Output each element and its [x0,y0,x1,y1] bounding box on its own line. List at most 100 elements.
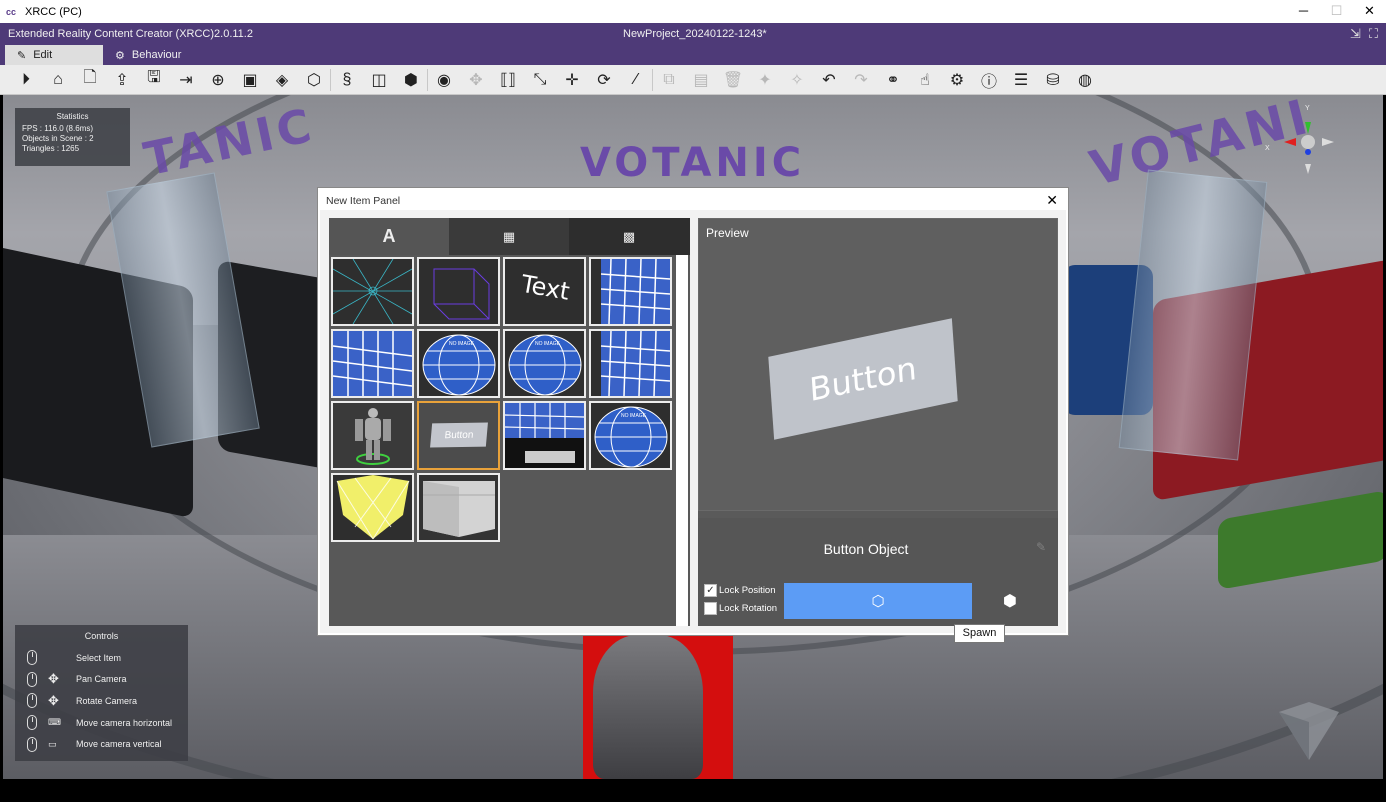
scale-icon[interactable]: ⤡ [524,67,556,93]
lock-position-label: Lock Position [719,585,776,596]
tab-behaviour-label: Behaviour [131,49,182,61]
control-row: ✥ Pan Camera [15,669,188,691]
objects-readout: Objects in Scene : 2 [22,134,94,143]
unity-icon[interactable]: ◍ [1069,67,1101,93]
move-icon[interactable]: ✥ [460,67,492,93]
item-thumb-avatar[interactable] [331,401,414,470]
settings-icon[interactable]: ⚙ [941,67,973,93]
no-image-text: NO IMAGE [621,413,647,419]
app-logo-icon: cc [6,6,17,17]
new-file-icon[interactable]: 🗋 [74,67,106,93]
redo-icon[interactable]: ↷ [845,67,877,93]
item-thumb-grid-panel-3[interactable] [589,329,672,398]
preview-area: Preview Button [698,218,1058,511]
asset-icon[interactable]: ◫ [363,67,395,93]
item-thumb-sphere-no-image[interactable]: NO IMAGE [417,329,500,398]
info-icon[interactable]: ⓘ [973,67,1005,93]
orientation-gizmo[interactable]: X Y [1262,100,1362,180]
spawn-at-position-icon[interactable]: ⬢ [1003,591,1017,611]
tab-edit[interactable]: ✎ Edit [5,45,103,65]
item-thumb-grid-floor[interactable] [331,257,414,326]
item-thumb-wire-cube[interactable] [417,257,500,326]
control-row: ✥ Rotate Camera [15,690,188,712]
lock-position-row[interactable]: ✓ Lock Position [704,584,776,597]
modal-titlebar[interactable]: New Item Panel ✕ [320,190,1066,210]
lock-position-checkbox[interactable]: ✓ [704,584,717,597]
spawn-button[interactable]: ⬡ [784,583,972,619]
multi-pin-icon[interactable]: ✧ [781,67,813,93]
os-titlebar: cc XRCC (PC) ─ ☐ ✕ [0,0,1386,23]
cube-import-icon[interactable]: ◈ [266,67,298,93]
item-thumb-text[interactable]: Text [503,257,586,326]
lock-rotation-row[interactable]: Lock Rotation [704,602,777,615]
cube-open-icon[interactable]: ⬢ [395,67,427,93]
item-thumb-yellow-cube[interactable] [331,473,414,542]
pin-icon[interactable]: ✦ [749,67,781,93]
touch-icon[interactable]: ☝ [909,67,941,93]
control-row: ⌨ Move camera horizontal [15,712,188,734]
pencil-icon[interactable]: ✎ [1036,540,1046,554]
gizmo-neg-x-arrow [1322,138,1334,146]
item-thumb-grid-panel-2[interactable] [331,329,414,398]
fullscreen-icon[interactable]: ⛶ [1369,26,1378,42]
save-as-icon[interactable]: ⇥ [170,67,202,93]
mouse-right-icon [27,671,37,687]
mouse-right-icon [27,736,37,752]
control-row: ▭ Move camera vertical [15,733,188,755]
item-thumb-sphere-no-image-3[interactable]: NO IMAGE [589,401,672,470]
modal-body: A ▦ ▩ Text NO IMAGE NO IMAGE Button NO I… [320,210,1066,633]
control-label: Rotate Camera [76,695,138,706]
gear-icon: ⚙ [115,49,125,62]
play-icon[interactable]: ⏵ [10,67,42,93]
home-icon[interactable]: ⌂ [42,67,74,93]
close-button[interactable]: ✕ [1353,0,1386,23]
item-thumb-panel-board[interactable] [417,473,500,542]
copy-icon[interactable]: ⧉ [653,67,685,93]
tab-behaviour[interactable]: ⚙ Behaviour [103,45,223,65]
control-label: Move camera horizontal [76,717,173,728]
no-image-text: NO IMAGE [449,341,475,347]
gizmo-x-arrow [1284,138,1296,146]
tab-media-category[interactable]: ▦ [449,218,569,255]
paste-icon[interactable]: ▤ [685,67,717,93]
item-list-scrollbar[interactable] [676,255,688,626]
rotate-cube-icon[interactable]: ⟳ [588,67,620,93]
link-icon[interactable]: ⚭ [877,67,909,93]
cube-export-icon[interactable]: ⬡ [298,67,330,93]
item-thumb-sphere-no-image-2[interactable]: NO IMAGE [503,329,586,398]
mouse-middle-icon [27,693,37,709]
cube-package-icon[interactable]: ▣ [234,67,266,93]
import-icon[interactable]: ⇪ [106,67,138,93]
collapse-icon[interactable]: ⇲ [1350,26,1361,42]
frame-icon[interactable]: ⟦⟧ [492,67,524,93]
item-thumb-grid-stand[interactable] [503,401,586,470]
maximize-button[interactable]: ☐ [1320,0,1353,23]
minimize-button[interactable]: ─ [1287,0,1320,23]
modal-close-button[interactable]: ✕ [1046,192,1058,209]
tab-default-category[interactable]: ▩ [569,218,689,255]
edit-icon: ✎ [17,49,27,62]
stack-icon[interactable]: ☰ [1005,67,1037,93]
save-icon[interactable]: 🖫 [138,67,170,93]
lock-rotation-checkbox[interactable] [704,602,717,615]
control-label: Pan Camera [76,674,127,685]
export-icon[interactable]: ⊕ [202,67,234,93]
spawn-cube-icon: ⬡ [871,593,885,610]
eye-icon[interactable]: ◉ [428,67,460,93]
item-thumb-button[interactable]: Button [417,401,500,470]
window-controls: ─ ☐ ✕ [1287,0,1386,23]
toolbar: ⏵ ⌂ 🗋 ⇪ 🖫 ⇥ ⊕ ▣ ◈ ⬡ § ◫ ⬢ ◉ ✥ ⟦⟧ ⤡ ✛ ⟳ ⁄… [0,65,1386,95]
control-label: Select Item [76,652,122,663]
wand-icon[interactable]: ⁄ [620,67,652,93]
gizmo-y-arrow [1305,122,1311,134]
gizmo-center [1301,135,1315,149]
network-icon[interactable]: ⛁ [1037,67,1069,93]
undo-icon[interactable]: ↶ [813,67,845,93]
spawn-tooltip: Spawn [954,624,1005,643]
trash-icon[interactable]: 🗑 [717,67,749,93]
transform-icon[interactable]: ✛ [556,67,588,93]
project-name: NewProject_20240122-1243* [623,28,767,40]
item-thumb-grid-panel[interactable] [589,257,672,326]
tab-text-category[interactable]: A [329,218,449,255]
script-icon[interactable]: § [331,67,363,93]
